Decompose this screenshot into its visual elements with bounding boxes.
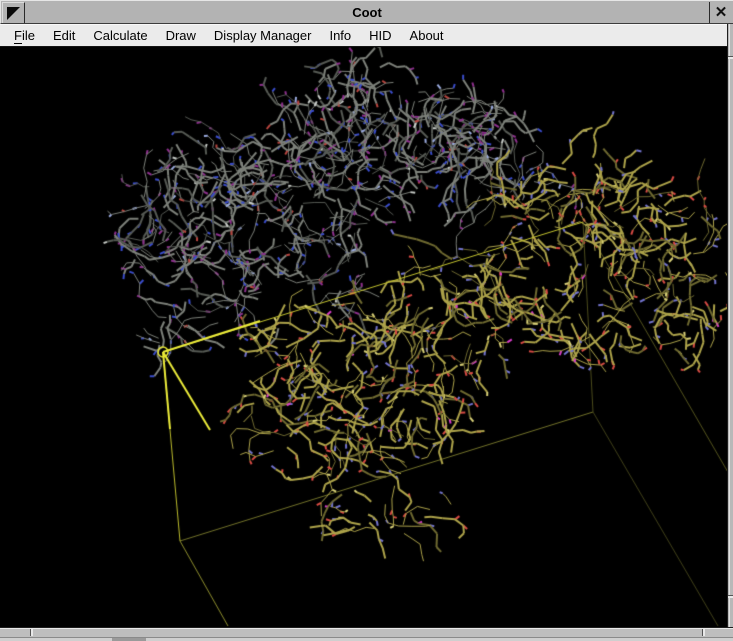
frame-notch xyxy=(30,629,33,636)
frame-right-resize-handle[interactable] xyxy=(727,24,733,627)
menubar: File Edit Calculate Draw Display Manager Info… xyxy=(0,24,733,47)
frame-bottom-resize-handle[interactable] xyxy=(0,627,733,637)
menu-item-hid[interactable]: HID xyxy=(367,25,393,43)
menu-item-calculate[interactable]: Calculate xyxy=(91,25,149,43)
frame-notch xyxy=(702,629,705,636)
menu-item-edit[interactable]: Edit xyxy=(51,25,77,43)
menu-item-display-manager[interactable]: Display Manager xyxy=(212,25,314,43)
close-button[interactable]: ✕ xyxy=(709,2,732,23)
menu-item-file[interactable]: File xyxy=(12,25,37,43)
titlebar[interactable]: Coot ✕ xyxy=(0,0,733,24)
menu-item-info[interactable]: Info xyxy=(327,25,353,43)
viewport-area xyxy=(2,47,727,627)
window-title: Coot xyxy=(1,5,733,20)
frame-notch xyxy=(728,595,733,598)
background-window-strip xyxy=(0,637,733,641)
coot-window: Coot ✕ File Edit Calculate Draw Display Mana… xyxy=(0,0,733,641)
molecule-viewport[interactable] xyxy=(2,47,727,627)
menu-item-draw[interactable]: Draw xyxy=(164,25,198,43)
frame-notch xyxy=(728,56,733,59)
close-icon: ✕ xyxy=(715,4,728,21)
menu-item-about[interactable]: About xyxy=(408,25,446,43)
